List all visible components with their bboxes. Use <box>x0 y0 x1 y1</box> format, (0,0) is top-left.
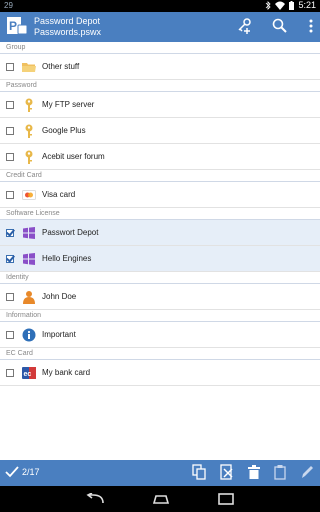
copy-icon[interactable] <box>192 464 206 480</box>
svg-text:P: P <box>9 19 17 33</box>
credit-card-icon <box>22 188 36 202</box>
toolbar-actions <box>192 464 314 480</box>
item-label: Visa card <box>42 190 76 199</box>
wifi-icon <box>275 1 286 10</box>
overflow-menu-icon[interactable] <box>308 18 314 34</box>
item-label: Google Plus <box>42 126 86 135</box>
section-header: EC Card <box>0 348 320 360</box>
entry-list: Group Other stuff Password My FTP server Goo… <box>0 42 320 460</box>
selection-count: 2/17 <box>22 467 40 477</box>
clock: 5:21 <box>298 0 316 10</box>
windows-icon <box>22 252 36 266</box>
list-item[interactable]: John Doe <box>0 284 320 310</box>
list-item[interactable]: Important <box>0 322 320 348</box>
edit-icon[interactable] <box>300 464 314 480</box>
password-depot-logo-icon[interactable]: P <box>6 15 28 37</box>
list-item[interactable]: My FTP server <box>0 92 320 118</box>
app-title-main: Password Depot <box>34 16 101 26</box>
paste-icon[interactable] <box>274 464 286 480</box>
item-label: Passwort Depot <box>42 228 99 237</box>
status-bar: 29 5:21 <box>0 0 320 12</box>
app-bar: P Password Depot Passwords.pswx <box>0 12 320 42</box>
cut-doc-icon[interactable] <box>220 464 234 480</box>
svg-text:ec: ec <box>24 371 32 378</box>
select-check-icon[interactable] <box>5 465 19 479</box>
item-checkbox[interactable] <box>6 228 14 237</box>
list-item[interactable]: ec My bank card <box>0 360 320 386</box>
add-key-icon[interactable] <box>236 18 252 34</box>
status-notification: 29 <box>4 1 13 10</box>
item-checkbox[interactable] <box>6 100 14 109</box>
list-item[interactable]: Passwort Depot <box>0 220 320 246</box>
item-checkbox[interactable] <box>6 190 14 199</box>
item-checkbox[interactable] <box>6 330 14 339</box>
windows-icon <box>22 226 36 240</box>
item-label: My bank card <box>42 368 91 377</box>
section-header: Software License <box>0 208 320 220</box>
key-icon <box>22 150 36 164</box>
home-icon[interactable] <box>151 493 171 505</box>
item-checkbox[interactable] <box>6 254 14 263</box>
item-label: My FTP server <box>42 100 95 109</box>
item-label: Important <box>42 330 76 339</box>
list-item[interactable]: Visa card <box>0 182 320 208</box>
delete-icon[interactable] <box>248 464 260 480</box>
item-label: Other stuff <box>42 62 80 71</box>
item-checkbox[interactable] <box>6 62 14 71</box>
info-icon <box>22 328 36 342</box>
ec-card-icon: ec <box>22 366 36 380</box>
folder-icon <box>22 60 36 74</box>
bottom-toolbar: 2/17 <box>0 460 320 486</box>
battery-icon <box>289 0 295 10</box>
item-label: Acebit user forum <box>42 152 105 161</box>
item-checkbox[interactable] <box>6 368 14 377</box>
section-header: Information <box>0 310 320 322</box>
search-icon[interactable] <box>272 18 288 34</box>
person-icon <box>22 290 36 304</box>
list-item[interactable]: Acebit user forum <box>0 144 320 170</box>
item-checkbox[interactable] <box>6 126 14 135</box>
section-header: Group <box>0 42 320 54</box>
list-item[interactable]: Google Plus <box>0 118 320 144</box>
list-item[interactable]: Hello Engines <box>0 246 320 272</box>
status-right: 5:21 <box>265 0 316 10</box>
section-header: Password <box>0 80 320 92</box>
bluetooth-icon <box>266 0 272 10</box>
back-icon[interactable] <box>85 493 105 505</box>
section-header: Credit Card <box>0 170 320 182</box>
item-label: John Doe <box>42 292 77 301</box>
list-item[interactable]: Other stuff <box>0 54 320 80</box>
key-icon <box>22 98 36 112</box>
app-title-file: Passwords.pswx <box>34 27 102 37</box>
recent-apps-icon[interactable] <box>217 493 235 505</box>
item-checkbox[interactable] <box>6 292 14 301</box>
app-actions <box>236 18 314 34</box>
item-label: Hello Engines <box>42 254 92 263</box>
section-header: Identity <box>0 272 320 284</box>
app-title: Password Depot Passwords.pswx <box>34 16 101 38</box>
key-icon <box>22 124 36 138</box>
item-checkbox[interactable] <box>6 152 14 161</box>
system-nav-bar <box>0 486 320 512</box>
